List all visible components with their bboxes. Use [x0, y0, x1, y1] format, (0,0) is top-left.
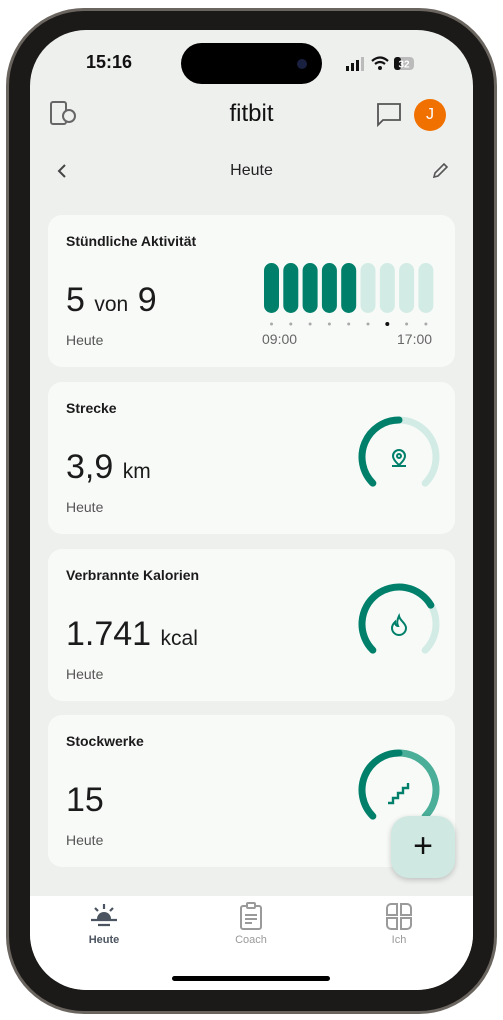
nav-label: Ich: [391, 934, 407, 946]
calories-progress-ring: [358, 583, 440, 654]
card-value: 3,9 km: [66, 448, 151, 486]
grid-icon: [386, 903, 412, 930]
hour-tick: [366, 322, 370, 326]
stairs-icon: [388, 783, 410, 805]
clipboard-icon: [240, 902, 262, 930]
axis-end: 17:00: [397, 331, 433, 347]
nav-coach[interactable]: Coach: [211, 902, 291, 946]
hour-tick: [289, 322, 293, 326]
card-subtitle: Heute: [66, 832, 104, 848]
card-calories[interactable]: Verbrannte Kalorien 1.741 kcal Heute: [48, 549, 455, 701]
messages-icon[interactable]: [376, 102, 402, 128]
edit-pencil-icon[interactable]: [430, 161, 450, 181]
sunrise-icon: [91, 904, 117, 927]
card-title: Stündliche Aktivität: [66, 233, 197, 249]
card-hourly-activity[interactable]: Stündliche Aktivität 5 von 9 Heute 09:00…: [48, 215, 455, 367]
hour-tick: [308, 322, 312, 326]
hour-bar: [341, 263, 357, 313]
hour-bar: [399, 263, 415, 313]
hour-bar: [418, 263, 434, 313]
hour-tick: [405, 322, 409, 326]
nav-me[interactable]: Ich: [359, 902, 439, 946]
home-indicator: [172, 976, 330, 981]
card-distance[interactable]: Strecke 3,9 km Heute: [48, 382, 455, 534]
hour-bar: [379, 263, 395, 313]
card-title: Stockwerke: [66, 733, 144, 749]
add-button[interactable]: +: [391, 816, 455, 878]
card-subtitle: Heute: [66, 332, 104, 348]
hour-tick: [424, 322, 428, 326]
page-title: Heute: [230, 162, 273, 179]
ring-progress: [358, 583, 435, 654]
status-icons: 32: [346, 56, 414, 71]
card-subtitle: Heute: [66, 666, 104, 682]
card-subtitle: Heute: [66, 499, 104, 515]
ring-progress: [358, 416, 403, 487]
distance-progress-ring: [358, 416, 440, 487]
location-pin-icon: [391, 448, 407, 467]
hour-tick: [347, 322, 351, 326]
nav-label: Coach: [235, 934, 267, 946]
card-value: 15: [66, 781, 104, 819]
ring-extra: [397, 749, 440, 820]
status-time: 15:16: [86, 52, 133, 72]
card-title: Verbrannte Kalorien: [66, 567, 200, 583]
hourly-bars: [264, 263, 434, 326]
ring-progress: [358, 749, 403, 820]
fitbit-logo: fitbit: [229, 100, 274, 127]
hour-tick: [385, 322, 390, 326]
avatar[interactable]: J: [414, 99, 446, 131]
hour-bar: [302, 263, 318, 313]
screen: 15:16 32 fitbit J Heute Stündliche Aktiv…: [30, 30, 473, 990]
hour-bar: [360, 263, 376, 313]
flame-icon: [390, 612, 408, 636]
hour-bar: [264, 263, 279, 313]
card-value: 1.741 kcal: [66, 615, 198, 653]
hour-tick: [270, 322, 273, 326]
nav-label: Heute: [88, 934, 120, 946]
axis-start: 09:00: [262, 331, 298, 347]
nav-today[interactable]: Heute: [64, 902, 144, 946]
dynamic-island: [181, 43, 322, 84]
card-value: 5 von 9: [66, 281, 157, 319]
svg-text:32: 32: [398, 60, 410, 71]
hour-tick: [327, 322, 331, 326]
card-title: Strecke: [66, 400, 117, 416]
hour-bar: [321, 263, 337, 313]
hour-bar: [283, 263, 299, 313]
